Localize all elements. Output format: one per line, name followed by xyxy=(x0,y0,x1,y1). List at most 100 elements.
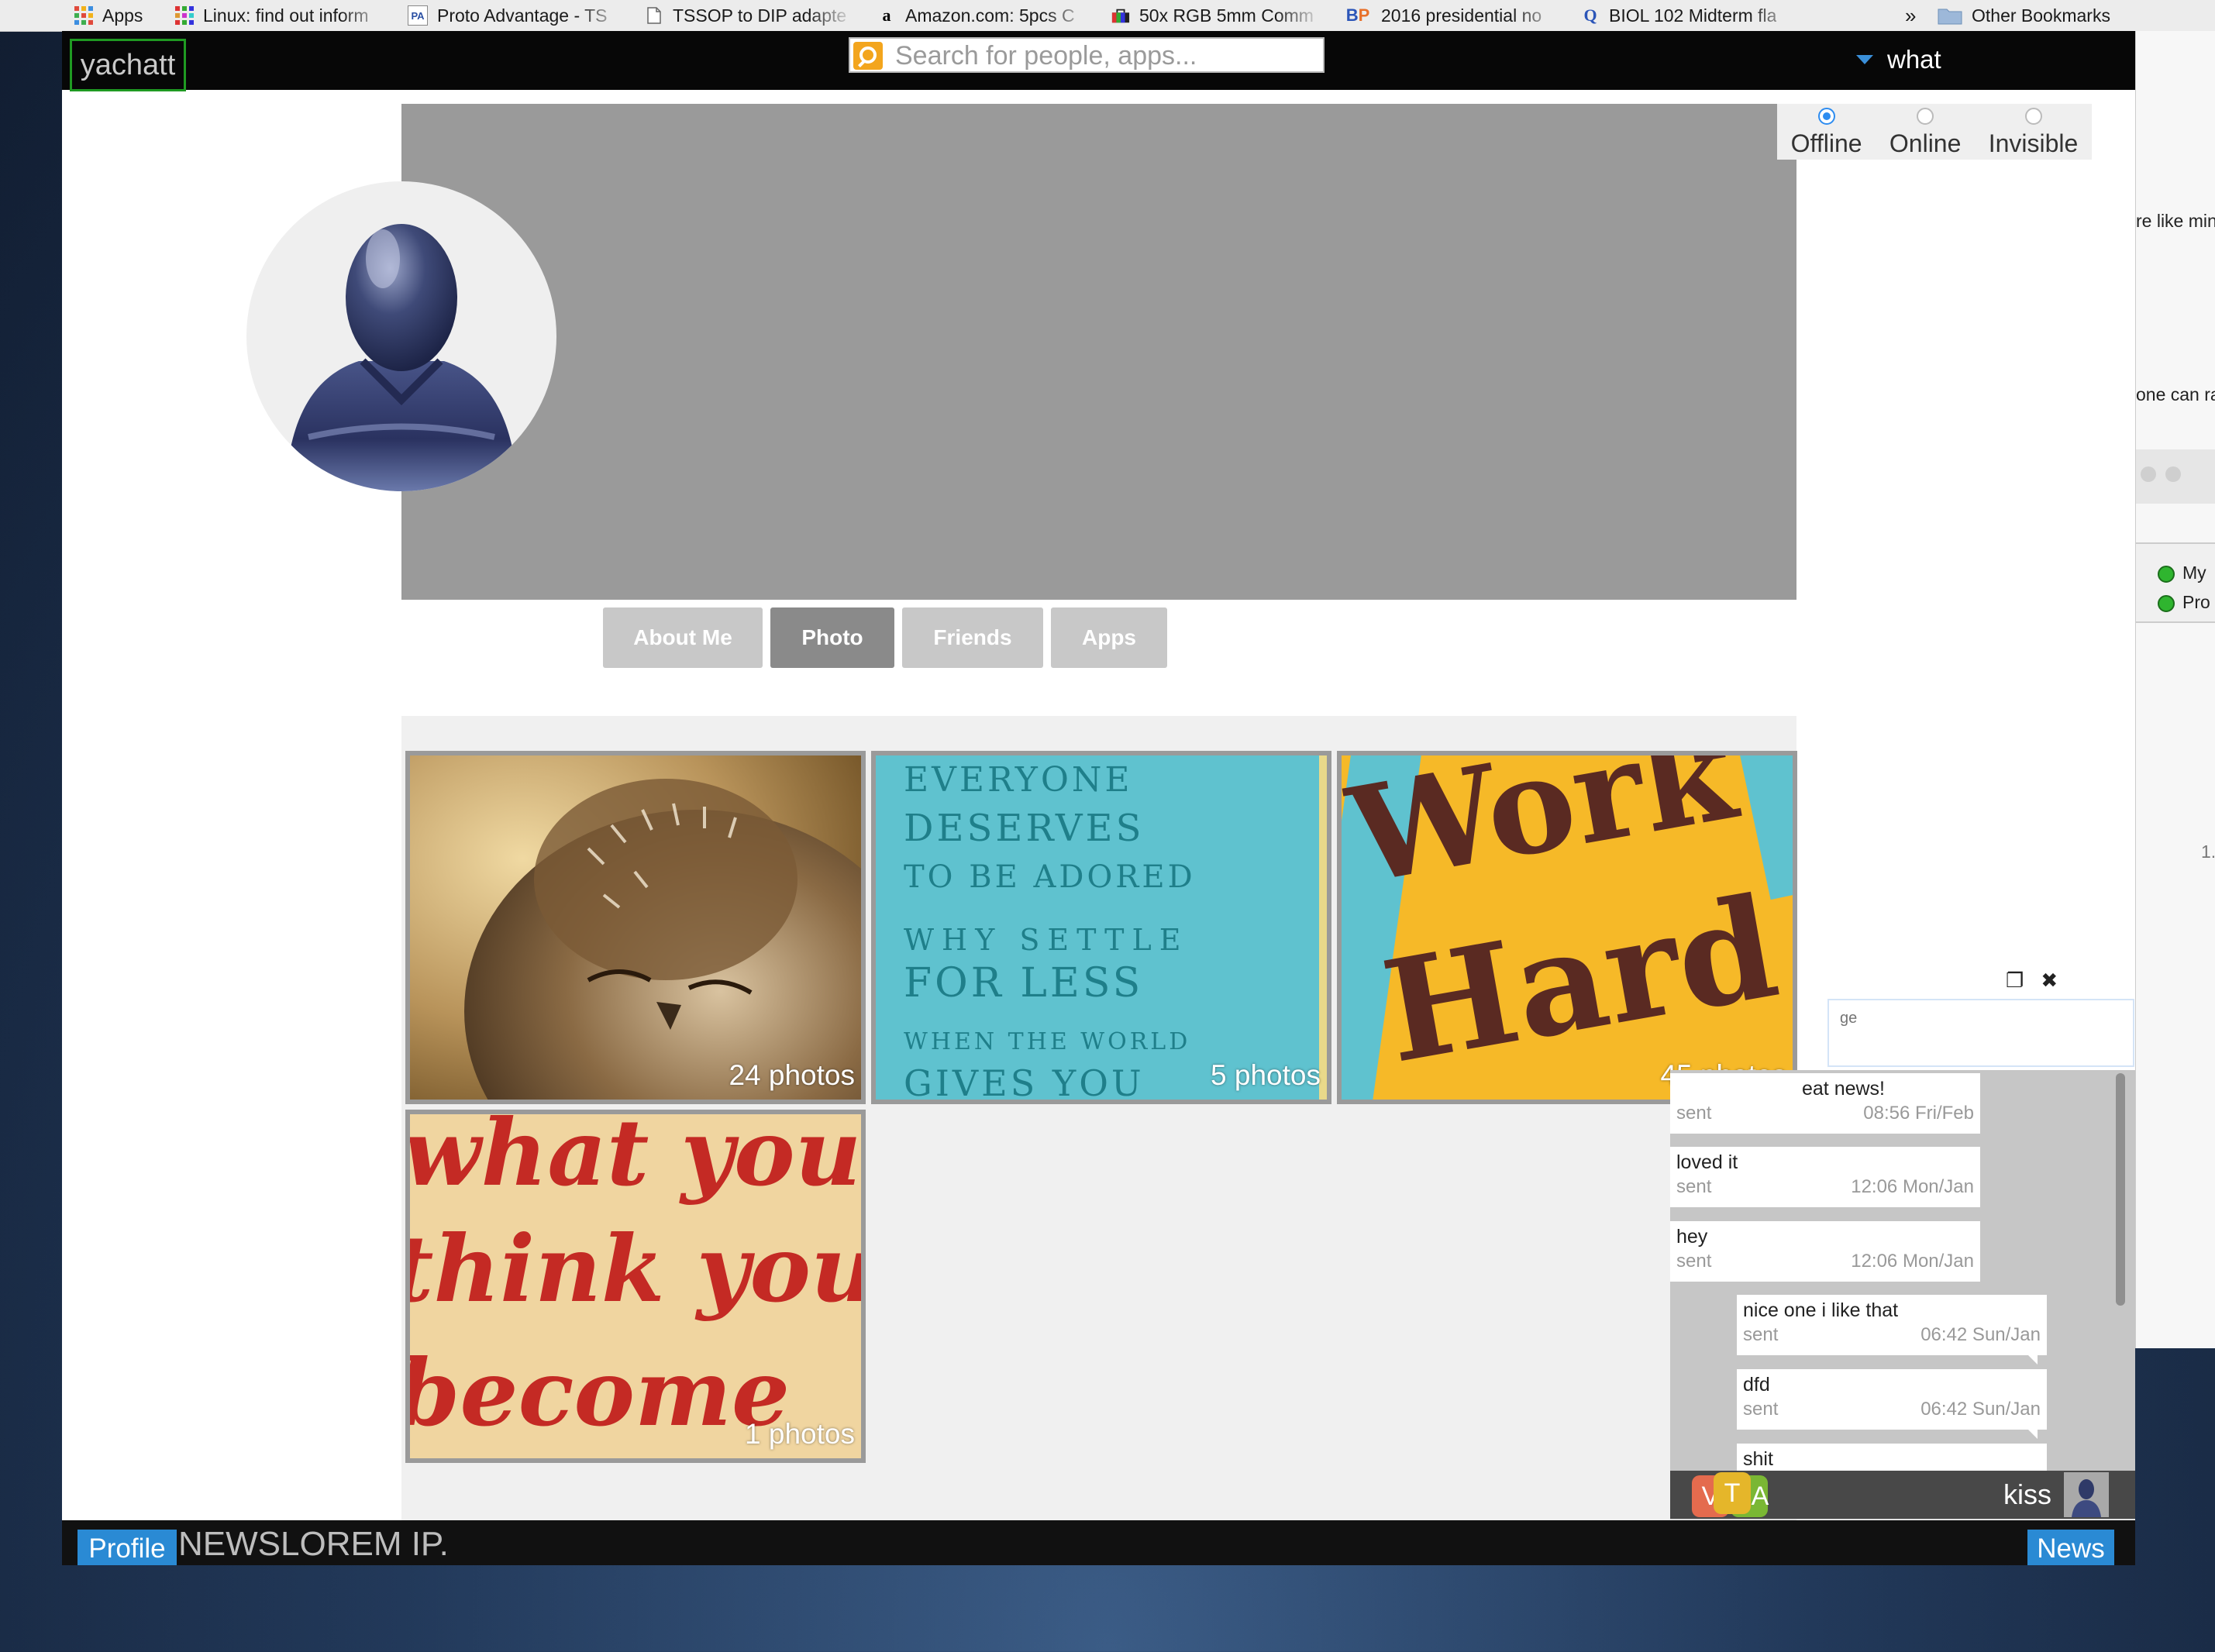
background-toolbar xyxy=(2136,449,2215,504)
album-everyone-deserves[interactable]: EVERYONE DESERVES TO BE ADORED WHY SETTL… xyxy=(871,751,1331,1104)
chat-message-input[interactable] xyxy=(1829,1000,2135,1036)
radio-icon xyxy=(2024,108,2042,125)
search-box xyxy=(849,37,1325,73)
profile-avatar[interactable] xyxy=(246,181,556,491)
chat-message-text: loved it xyxy=(1676,1151,1738,1173)
chat-message-status: sent xyxy=(1743,1324,1779,1345)
bookmark-proto-advantage[interactable]: PA Proto Advantage - TS xyxy=(408,0,625,31)
search-input[interactable] xyxy=(894,40,1315,71)
poster-text: WHEN THE WORLD xyxy=(904,1028,1191,1055)
background-text: My xyxy=(2182,563,2206,583)
status-offline-radio[interactable]: Offline xyxy=(1791,108,1862,160)
chat-action-label: A xyxy=(1751,1481,1769,1511)
chat-message-time: 12:06 Mon/Jan xyxy=(1851,1251,1974,1272)
bookmarks-bar: Apps Linux: find out inform PA Proto Adv… xyxy=(0,0,2215,32)
poster-text: become xyxy=(405,1339,791,1447)
bookmark-label: TSSOP to DIP adapte xyxy=(673,5,847,26)
other-bookmarks-label: Other Bookmarks xyxy=(1972,5,2110,26)
bookmarks-overflow-chevron-icon[interactable]: » xyxy=(1905,0,1924,31)
default-user-silhouette-icon xyxy=(285,224,518,491)
user-menu[interactable]: what xyxy=(1856,45,1941,74)
chat-message-time: 12:06 Mon/Jan xyxy=(1851,1176,1974,1197)
status-selector: Offline Online Invisible xyxy=(1777,104,2092,160)
album-what-you-think[interactable]: what you think you become 1 photos xyxy=(405,1110,866,1463)
chat-message-status: sent xyxy=(1676,1251,1712,1272)
chat-message: dfd sent 06:42 Sun/Jan xyxy=(1737,1369,2047,1439)
status-label: Online xyxy=(1889,129,1962,157)
status-invisible-radio[interactable]: Invisible xyxy=(1989,108,2078,160)
bookmark-presidential[interactable]: BP 2016 presidential no xyxy=(1344,0,1561,31)
chat-message: nice one i like that sent 06:42 Sun/Jan xyxy=(1737,1295,2047,1365)
site-logo[interactable]: yachatt xyxy=(70,39,186,91)
album-photo-count: 1 photos xyxy=(745,1418,855,1450)
poster-text: think you xyxy=(405,1215,866,1323)
chat-message-text: dfd xyxy=(1743,1374,1770,1396)
folder-icon xyxy=(1938,6,1962,25)
cover-photo[interactable] xyxy=(401,104,1796,600)
poster-text: what you xyxy=(405,1110,862,1206)
profile-button[interactable]: Profile xyxy=(78,1530,177,1565)
bookmark-apps[interactable]: Apps xyxy=(74,0,160,31)
quizlet-icon: Q xyxy=(1583,5,1597,25)
owl-photo xyxy=(410,755,861,1100)
chat-message-text: nice one i like that xyxy=(1743,1299,1899,1321)
bookmark-tssop[interactable]: TSSOP to DIP adapte xyxy=(645,0,854,31)
chat-message: eat news! sent 08:56 Fri/Feb xyxy=(1670,1073,1980,1134)
chat-message-text: shit xyxy=(1743,1448,1773,1470)
bookmark-label: Amazon.com: 5pcs C xyxy=(905,5,1075,26)
chat-message-text: eat news! xyxy=(1802,1078,1886,1100)
poster-text: GIVES YOU xyxy=(904,1062,1145,1104)
poster-edge xyxy=(1319,755,1327,1100)
radio-icon xyxy=(1917,108,1934,125)
chat-message-status: sent xyxy=(1676,1103,1712,1124)
bookmark-label: Apps xyxy=(102,5,143,26)
bookmark-amazon[interactable]: a Amazon.com: 5pcs C xyxy=(877,0,1091,31)
bookmark-biol[interactable]: Q BIOL 102 Midterm fla xyxy=(1581,0,1798,31)
other-bookmarks[interactable]: Other Bookmarks xyxy=(1938,0,2193,31)
background-text: Pro xyxy=(2182,592,2210,612)
search-icon[interactable] xyxy=(853,42,883,70)
amazon-icon: a xyxy=(882,5,891,25)
apps-grid-icon xyxy=(74,6,93,25)
chat-message-box xyxy=(1827,999,2135,1067)
tab-apps[interactable]: Apps xyxy=(1051,607,1167,668)
chat-action-t-button[interactable]: T xyxy=(1714,1472,1751,1514)
chat-message-time: 06:42 Sun/Jan xyxy=(1920,1399,2041,1420)
restore-window-icon[interactable]: ❐ xyxy=(2006,969,2024,993)
bookmark-label: Linux: find out inform xyxy=(203,5,369,26)
chat-message-list[interactable]: eat news! sent 08:56 Fri/Feb loved it sen… xyxy=(1670,1070,2135,1519)
status-online-radio[interactable]: Online xyxy=(1889,108,1962,160)
chat-contact-name[interactable]: kiss xyxy=(2003,1478,2051,1511)
chat-footer: V A T kiss xyxy=(1670,1471,2135,1519)
tab-about-me[interactable]: About Me xyxy=(603,607,763,668)
chat-scrollbar[interactable] xyxy=(2116,1073,2125,1306)
chat-window-controls: ❐ ✖ xyxy=(2006,969,2058,993)
bookmark-label: BIOL 102 Midterm fla xyxy=(1609,5,1777,26)
news-button[interactable]: News xyxy=(2027,1530,2114,1565)
poster-text: FOR LESS xyxy=(904,960,1144,1007)
chat-message-time: 06:42 Sun/Jan xyxy=(1920,1324,2041,1345)
chat-message: hey sent 12:06 Mon/Jan xyxy=(1670,1221,1980,1282)
chat-contact-avatar[interactable] xyxy=(2064,1472,2109,1517)
page-icon xyxy=(645,6,663,25)
bookmark-rgb-leds[interactable]: 50x RGB 5mm Comm xyxy=(1111,0,1322,31)
browser-viewport: yachatt what xyxy=(62,31,2135,1565)
tab-friends[interactable]: Friends xyxy=(902,607,1043,668)
background-list: My Pro xyxy=(2136,542,2215,623)
bp-icon: BP xyxy=(1345,5,1370,25)
poster-text: TO BE ADORED xyxy=(904,859,1196,895)
bookmark-linux[interactable]: Linux: find out inform xyxy=(175,0,388,31)
poster-text: WHY SETTLE xyxy=(904,923,1189,957)
poster-text: DESERVES xyxy=(904,807,1145,850)
album-owl[interactable]: 24 photos xyxy=(405,751,866,1104)
background-window: re like min one can ra My Pro 1.6 xyxy=(2135,31,2215,1348)
close-icon[interactable]: ✖ xyxy=(2041,969,2058,993)
news-ticker: NEWSLOREM IP. xyxy=(178,1525,449,1563)
bookmark-label: 2016 presidential no xyxy=(1381,5,1542,26)
tab-photo[interactable]: Photo xyxy=(770,607,894,668)
poster-text: EVERYONE xyxy=(904,760,1133,800)
green-status-icon xyxy=(2158,595,2175,612)
album-work-hard[interactable]: Work Hard 45 photos xyxy=(1337,751,1797,1104)
chat-message-time: 08:56 Fri/Feb xyxy=(1863,1103,1974,1124)
background-text: 1.6 xyxy=(2201,841,2215,862)
